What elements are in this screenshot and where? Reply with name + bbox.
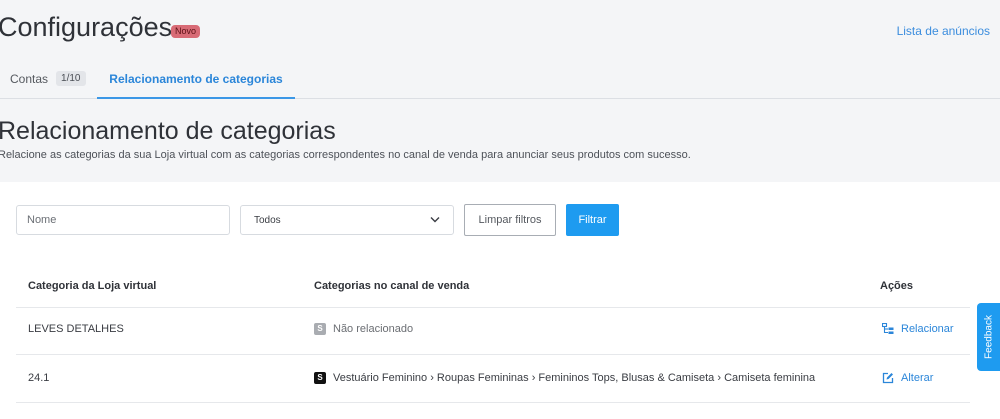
row-divider xyxy=(16,402,970,403)
chevron-down-icon xyxy=(430,215,440,226)
channel-category-cell: S Vestuário Feminino › Roupas Femininas … xyxy=(314,372,815,384)
column-header-channel-category: Categorias no canal de venda xyxy=(314,280,470,292)
accounts-count-badge: 1/10 xyxy=(56,71,86,86)
relate-label: Relacionar xyxy=(901,323,954,335)
column-header-actions: Ações xyxy=(880,280,914,292)
row-divider xyxy=(16,354,970,355)
relate-icon xyxy=(882,323,894,334)
clear-filters-button[interactable]: Limpar filtros xyxy=(464,204,556,236)
channel-category-text: Não relacionado xyxy=(333,323,414,335)
tab-accounts[interactable]: Contas 1/10 xyxy=(10,60,86,97)
feedback-label: Feedback xyxy=(983,315,994,359)
store-category-cell: LEVES DETALHES xyxy=(28,323,124,335)
tab-category-relationship[interactable]: Relacionamento de categorias xyxy=(97,60,295,99)
edit-action[interactable]: Alterar xyxy=(882,372,933,384)
channel-s-icon: S xyxy=(314,372,326,384)
filter-button[interactable]: Filtrar xyxy=(566,204,619,236)
edit-label: Alterar xyxy=(901,372,934,384)
content-card: Todos Limpar filtros Filtrar Categoria d… xyxy=(0,182,1000,419)
column-header-store-category: Categoria da Loja virtual xyxy=(28,280,157,292)
section-title: Relacionamento de categorias xyxy=(0,117,336,145)
ads-list-link[interactable]: Lista de anúncios xyxy=(897,24,990,38)
edit-icon xyxy=(882,372,894,384)
name-filter-input[interactable] xyxy=(16,205,230,235)
tab-bar: Contas 1/10 Relacionamento de categorias xyxy=(0,60,1000,99)
channel-category-cell: S Não relacionado xyxy=(314,323,413,335)
section-description: Relacione as categorias da sua Loja virt… xyxy=(0,149,691,161)
feedback-tab[interactable]: Feedback xyxy=(977,303,1000,371)
new-badge: Novo xyxy=(171,25,201,38)
status-select[interactable]: Todos xyxy=(240,205,454,235)
relate-action[interactable]: Relacionar xyxy=(882,323,954,335)
tab-accounts-label: Contas xyxy=(10,71,49,86)
header-divider xyxy=(16,307,970,308)
channel-s-icon: S xyxy=(314,323,326,335)
channel-category-text: Vestuário Feminino › Roupas Femininas › … xyxy=(333,372,816,384)
page-title-top: Configurações xyxy=(0,12,173,42)
store-category-cell: 24.1 xyxy=(28,372,50,384)
tab-category-label: Relacionamento de categorias xyxy=(109,71,283,86)
status-select-value: Todos xyxy=(254,214,281,226)
